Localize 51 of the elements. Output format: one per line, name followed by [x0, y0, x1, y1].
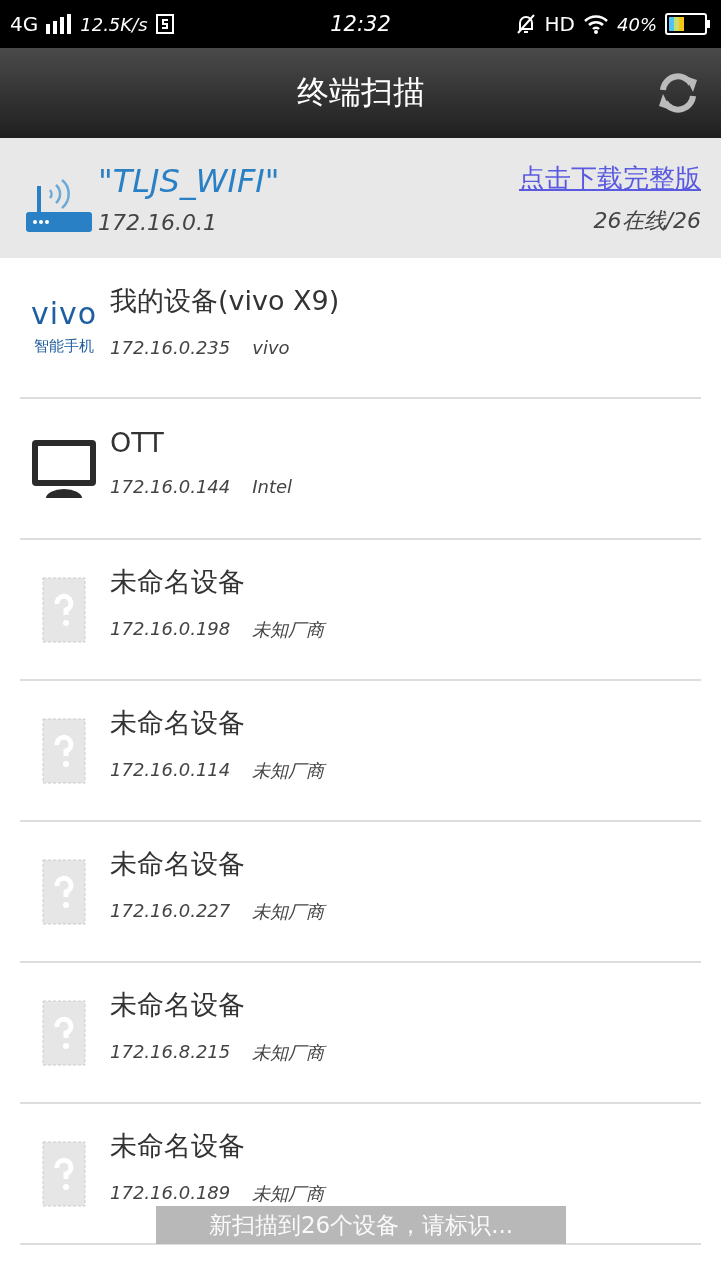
device-name: 未命名设备 — [110, 846, 246, 881]
device-item[interactable]: 未命名设备 172.16.0.198 未知厂商 — [20, 540, 701, 681]
device-ip: 172.16.0.189 — [110, 1181, 231, 1205]
device-vendor: vivo — [252, 337, 290, 358]
device-ip: 172.16.0.114 — [110, 758, 231, 782]
question-mark-icon — [42, 1140, 86, 1207]
brand-logo: vivo — [30, 299, 98, 329]
device-item[interactable]: 未命名设备 172.16.0.227 未知厂商 — [20, 822, 701, 963]
battery-percent: 40% — [617, 13, 657, 35]
device-ip: 172.16.0.235 — [110, 337, 231, 358]
network-type: 4G — [10, 12, 39, 36]
question-mark-icon — [42, 999, 86, 1066]
signal-icon — [46, 14, 73, 34]
muted-bell-icon — [514, 13, 537, 35]
hd-indicator: HD — [544, 12, 575, 36]
device-name: OTT — [110, 426, 165, 458]
device-vendor: Intel — [252, 475, 293, 497]
question-mark-icon — [42, 576, 86, 643]
device-vendor: 未知厂商 — [252, 758, 325, 783]
device-name: 未命名设备 — [110, 705, 246, 740]
device-name: 未命名设备 — [110, 1128, 246, 1163]
device-name: 未命名设备 — [110, 564, 246, 599]
device-item[interactable]: 未命名设备 172.16.0.114 未知厂商 — [20, 681, 701, 822]
monitor-icon — [30, 437, 98, 500]
gateway-ip: 172.16.0.1 — [98, 209, 217, 235]
online-count: 26在线/26 — [593, 206, 701, 235]
device-ip: 172.16.8.215 — [110, 1040, 231, 1064]
question-mark-icon — [42, 717, 86, 784]
clock: 12:32 — [330, 12, 391, 36]
screen-title: 终端扫描 — [296, 72, 425, 113]
device-name: 我的设备(vivo X9) — [110, 284, 340, 318]
square-s-icon — [155, 14, 174, 34]
network-speed: 12.5K/s — [80, 13, 148, 35]
device-item[interactable]: vivo 智能手机 我的设备(vivo X9) 172.16.0.235 vivo — [20, 258, 701, 399]
download-link[interactable]: 点击下载完整版 — [519, 160, 701, 196]
device-item[interactable]: OTT 172.16.0.144 Intel — [20, 399, 701, 540]
wifi-icon — [583, 14, 609, 34]
device-name: 未命名设备 — [110, 987, 246, 1022]
device-vendor: 未知厂商 — [252, 1181, 325, 1206]
toast-message: 新扫描到26个设备，请标识... — [156, 1206, 566, 1244]
device-vendor: 未知厂商 — [252, 1040, 325, 1065]
device-ip: 172.16.0.227 — [110, 899, 231, 923]
device-vendor: 未知厂商 — [252, 617, 325, 642]
network-name: "TLJS_WIFI" — [98, 161, 280, 200]
battery-icon — [665, 13, 711, 35]
logo-caption: 智能手机 — [34, 337, 94, 356]
device-item[interactable]: 未命名设备 172.16.8.215 未知厂商 — [20, 963, 701, 1104]
question-mark-icon — [42, 858, 86, 925]
device-vendor: 未知厂商 — [252, 899, 325, 924]
device-ip: 172.16.0.144 — [110, 475, 231, 497]
device-ip: 172.16.0.198 — [110, 617, 231, 641]
